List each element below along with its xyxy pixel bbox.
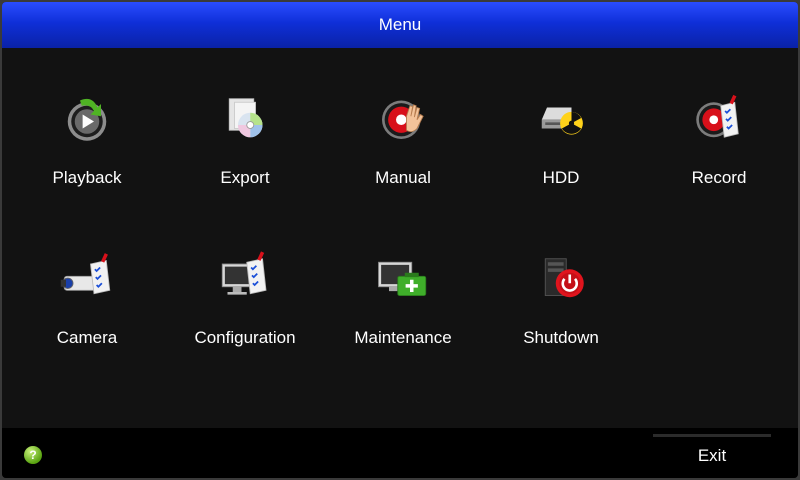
menu-item-label: Export [220,168,270,187]
maintenance-toolbox-icon [378,261,427,296]
menu-item-shutdown[interactable]: Shutdown [486,208,636,348]
menu-content: Playback Export Manual HDD Record Camera… [2,48,798,428]
menu-item-label: Shutdown [523,328,599,347]
camera-checklist-icon [60,253,111,295]
dvr-menu-window: Menu Playback Export Manual HDD Record C… [2,2,798,478]
help-icon[interactable]: ? [24,446,42,464]
exit-button-label: Exit [697,445,727,465]
menu-item-manual[interactable]: Manual [328,48,478,188]
manual-record-hand-icon [382,100,424,139]
menu-item-record[interactable]: Record [644,48,794,188]
hdd-icon [541,107,583,135]
menu-item-label: Maintenance [354,328,452,347]
configuration-checklist-icon [221,251,267,295]
menu-grid: Playback Export Manual HDD Record Camera… [2,48,798,428]
menu-item-maintenance[interactable]: Maintenance [328,208,478,348]
title-bar: Menu [2,2,798,48]
menu-item-label: Record [691,168,747,187]
menu-item-label: Camera [56,328,118,347]
menu-item-configuration[interactable]: Configuration [170,208,320,348]
menu-item-label: Playback [52,168,122,187]
menu-item-camera[interactable]: Camera [12,208,162,348]
exit-button[interactable]: Exit [653,434,771,474]
menu-item-playback[interactable]: Playback [12,48,162,188]
footer-bar: ? Exit [2,428,798,478]
menu-item-label: Manual [375,168,431,187]
shutdown-power-icon [544,258,584,298]
menu-item-export[interactable]: Export [170,48,320,188]
playback-icon [67,98,107,141]
menu-item-label: HDD [542,168,580,187]
menu-item-label: Configuration [194,328,296,347]
record-checklist-icon [696,94,739,138]
menu-item-hdd[interactable]: HDD [486,48,636,188]
export-disc-icon [228,98,263,138]
window-title: Menu [378,15,422,34]
help-symbol: ? [29,448,37,462]
